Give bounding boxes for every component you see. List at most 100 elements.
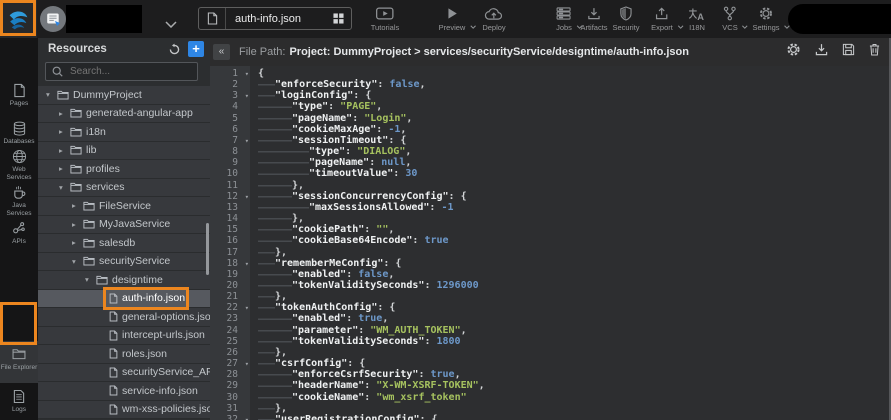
code-line-25[interactable]: "tokenValiditySeconds": 1800 xyxy=(258,336,891,347)
code-line-3[interactable]: "loginConfig": { xyxy=(258,90,891,101)
code-line-30[interactable]: "cookieName": "wm_xsrf_token" xyxy=(258,392,891,403)
code-line-15[interactable]: "cookiePath": "", xyxy=(258,224,891,235)
chevron-expanded-icon[interactable]: ▾ xyxy=(85,275,96,284)
menu-item-security[interactable]: Security xyxy=(612,5,639,32)
menu-item-preview[interactable]: Preview xyxy=(439,5,466,32)
sidebar-item-logs[interactable]: Logs xyxy=(0,388,38,414)
chevron-down-icon[interactable] xyxy=(469,16,476,34)
resources-scrollbar-thumb[interactable] xyxy=(206,223,209,275)
add-resource-button[interactable]: + xyxy=(188,41,204,57)
tree-file-wm-xss-policies.json[interactable]: wm-xss-policies.json xyxy=(38,401,210,420)
tree-file-auth-info.json[interactable]: auth-info.json xyxy=(38,290,210,309)
tree-file-roles.json[interactable]: roles.json xyxy=(38,345,210,364)
menu-item-jobs[interactable]: Jobs xyxy=(556,5,572,32)
delete-button[interactable] xyxy=(869,43,880,61)
chevron-expanded-icon[interactable]: ▾ xyxy=(59,183,70,192)
code-line-11[interactable]: }, xyxy=(258,180,891,191)
code-line-13[interactable]: "maxSessionsAllowed": -1 xyxy=(258,202,891,213)
tree-folder-services[interactable]: ▾services xyxy=(38,179,210,198)
tree-folder-i18n[interactable]: ▸i18n xyxy=(38,123,210,142)
tree-folder-generated-angular-app[interactable]: ▸generated-angular-app xyxy=(38,105,210,124)
search-input[interactable] xyxy=(68,65,191,78)
code-line-20[interactable]: "tokenValiditySeconds": 1296000 xyxy=(258,280,891,291)
menu-item-vcs[interactable]: VCS xyxy=(722,5,737,32)
tree-file-service-info.json[interactable]: service-info.json xyxy=(38,382,210,401)
settings-button[interactable] xyxy=(786,42,801,62)
code-line-6[interactable]: "cookieMaxAge": -1, xyxy=(258,124,891,135)
menu-item-tutorials[interactable]: Tutorials xyxy=(371,5,399,32)
sidebar-item-file-explorer[interactable]: File Explorer xyxy=(0,341,38,383)
chevron-collapsed-icon[interactable]: ▸ xyxy=(59,109,70,118)
tree-folder-profiles[interactable]: ▸profiles xyxy=(38,160,210,179)
code-line-4[interactable]: "type": "PAGE", xyxy=(258,101,891,112)
menu-item-label: Preview xyxy=(439,23,466,32)
chevron-down-icon[interactable] xyxy=(742,16,749,34)
code-line-9[interactable]: "pageName": null, xyxy=(258,157,891,168)
menu-item-i18n[interactable]: AI18N xyxy=(688,5,706,32)
sidebar-item-web-services[interactable]: Web Services xyxy=(0,148,38,181)
wavemaker-logo[interactable] xyxy=(0,0,37,38)
code-line-17[interactable]: }, xyxy=(258,247,891,258)
chevron-collapsed-icon[interactable]: ▸ xyxy=(59,146,70,155)
code-line-10[interactable]: "timeoutValue": 30 xyxy=(258,168,891,179)
chevron-down-icon[interactable] xyxy=(677,16,684,34)
chevron-collapsed-icon[interactable]: ▸ xyxy=(59,164,70,173)
tree-folder-DummyProject[interactable]: ▾DummyProject xyxy=(38,86,210,105)
tree-file-intercept-urls.json[interactable]: intercept-urls.json xyxy=(38,327,210,346)
sidebar-item-pages[interactable]: Pages xyxy=(0,82,38,108)
code-line-12[interactable]: "sessionConcurrencyConfig": { xyxy=(258,191,891,202)
folder-icon xyxy=(70,164,82,174)
code-line-16[interactable]: "cookieBase64Encode": true xyxy=(258,235,891,246)
code-line-2[interactable]: "enforceSecurity": false, xyxy=(258,79,891,90)
code-line-14[interactable]: }, xyxy=(258,213,891,224)
grid-icon[interactable] xyxy=(325,13,351,24)
code-line-28[interactable]: "enforceCsrfSecurity": true, xyxy=(258,369,891,380)
code-content[interactable]: {"enforceSecurity": false,"loginConfig":… xyxy=(250,66,891,420)
code-line-18[interactable]: "rememberMeConfig": { xyxy=(258,258,891,269)
code-line-19[interactable]: "enabled": false, xyxy=(258,269,891,280)
code-line-26[interactable]: }, xyxy=(258,347,891,358)
search-box[interactable] xyxy=(45,62,198,81)
code-line-32[interactable]: "userRegistrationConfig": { xyxy=(258,414,891,420)
code-line-29[interactable]: "headerName": "X-WM-XSRF-TOKEN", xyxy=(258,380,891,391)
code-line-23[interactable]: "enabled": true, xyxy=(258,313,891,324)
collapse-panel-button[interactable]: « xyxy=(213,44,230,60)
chevron-collapsed-icon[interactable]: ▸ xyxy=(72,201,83,210)
chevron-expanded-icon[interactable]: ▾ xyxy=(72,257,83,266)
code-line-31[interactable]: }, xyxy=(258,403,891,414)
tree-folder-designtime[interactable]: ▾designtime xyxy=(38,271,210,290)
code-line-5[interactable]: "pageName": "Login", xyxy=(258,113,891,124)
open-file-tab[interactable]: auth-info.json xyxy=(198,7,352,30)
fold-toggle-icon[interactable]: ▾ xyxy=(245,415,249,420)
sidebar-item-java-services[interactable]: Java Services xyxy=(0,184,38,217)
project-chevron-down-icon[interactable] xyxy=(165,15,177,33)
code-line-22[interactable]: "tokenAuthConfig": { xyxy=(258,302,891,313)
chevron-collapsed-icon[interactable]: ▸ xyxy=(72,238,83,247)
code-line-1[interactable]: { xyxy=(258,68,891,79)
tree-folder-securityService[interactable]: ▾securityService xyxy=(38,253,210,272)
menu-item-export[interactable]: Export xyxy=(651,5,673,32)
tree-file-general-options.json[interactable]: general-options.json xyxy=(38,308,210,327)
tree-folder-MyJavaService[interactable]: ▸MyJavaService xyxy=(38,216,210,235)
menu-item-settings[interactable]: Settings xyxy=(752,5,779,32)
tree-folder-FileService[interactable]: ▸FileService xyxy=(38,197,210,216)
chevron-expanded-icon[interactable]: ▾ xyxy=(46,90,57,99)
tree-folder-salesdb[interactable]: ▸salesdb xyxy=(38,234,210,253)
project-avatar[interactable] xyxy=(40,6,66,32)
chevron-collapsed-icon[interactable]: ▸ xyxy=(72,220,83,229)
tree-folder-lib[interactable]: ▸lib xyxy=(38,142,210,161)
tree-file-securityService_API.json[interactable]: securityService_API.json xyxy=(38,364,210,383)
download-button[interactable] xyxy=(815,43,828,61)
sidebar-item-databases[interactable]: Databases xyxy=(0,120,38,146)
code-line-7[interactable]: "sessionTimeout": { xyxy=(258,135,891,146)
menu-item-deploy[interactable]: Deploy xyxy=(482,5,505,32)
code-line-24[interactable]: "parameter": "WM_AUTH_TOKEN", xyxy=(258,325,891,336)
code-line-21[interactable]: }, xyxy=(258,291,891,302)
save-button[interactable] xyxy=(842,43,855,61)
code-line-8[interactable]: "type": "DIALOG", xyxy=(258,146,891,157)
sidebar-item-apis[interactable]: APIs xyxy=(0,220,38,246)
refresh-icon[interactable] xyxy=(168,43,181,56)
chevron-collapsed-icon[interactable]: ▸ xyxy=(59,127,70,136)
menu-item-artifacts[interactable]: Artifacts xyxy=(580,5,607,32)
code-line-27[interactable]: "csrfConfig": { xyxy=(258,358,891,369)
